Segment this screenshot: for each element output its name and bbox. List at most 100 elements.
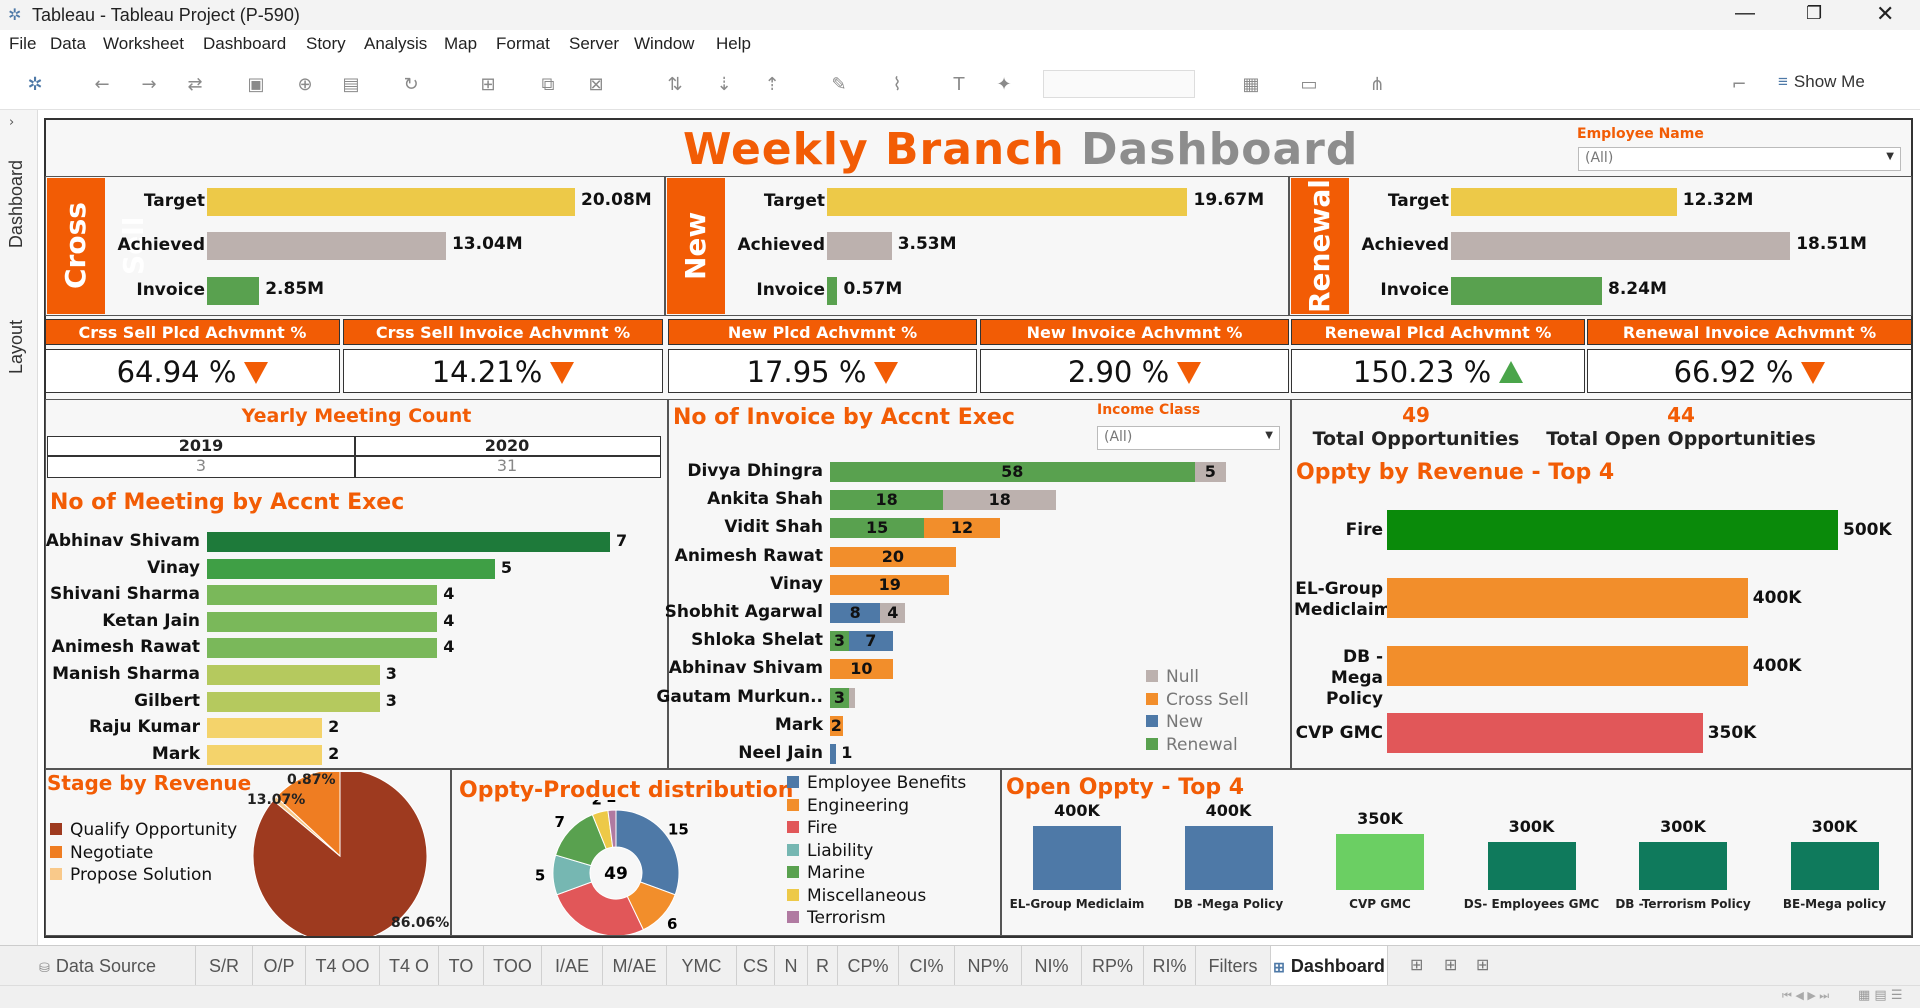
donut-slice-label: 5 [535,866,545,884]
sheet-tab-ymc[interactable]: YMC [667,946,737,986]
new-data-source-icon[interactable]: ⊕ [294,74,316,96]
swap-icon[interactable]: ⇅ [664,74,686,96]
kpi-header: Renewal Plcd Achvmnt % [1291,319,1585,345]
stage-pie-label: 13.07% [247,792,306,808]
sheet-tab-label: YMC [681,956,722,976]
year-2019-header: 2019 [178,436,224,455]
sheet-tab-r[interactable]: R [808,946,838,986]
restore-icon[interactable]: ❐ [1806,3,1822,24]
product-distribution-donut: 15 6 13 5 7 21 49 [535,800,689,935]
sheet-tab-t4-o[interactable]: T4 O [380,946,439,986]
pin-icon[interactable]: ✦ [993,74,1015,96]
menu-story[interactable]: Story [306,34,346,54]
sort-descending-icon[interactable]: ⇡ [761,74,783,96]
employee-filter-select[interactable]: (All) ▼ [1578,147,1901,171]
show-me-button[interactable]: ≡ Show Me [1778,72,1865,92]
format-painter-icon[interactable]: ⌐ [1728,74,1750,96]
sheet-tab-m-ae[interactable]: M/AE [603,946,667,986]
share-icon[interactable]: ⋔ [1366,74,1388,96]
menu-worksheet[interactable]: Worksheet [103,34,184,54]
menu-help[interactable]: Help [716,34,751,54]
menu-analysis[interactable]: Analysis [364,34,427,54]
sheet-tab-cs[interactable]: CS [737,946,775,986]
sheet-tab-label: TOO [493,956,532,976]
clear-sheet-icon[interactable]: ⊠ [585,74,607,96]
save-icon[interactable]: ▣ [245,74,267,96]
down-arrow-icon [1801,362,1826,384]
tab-dashboard-pane[interactable]: Dashboard [6,160,27,248]
revenue-bar-value: 500K [1843,520,1892,540]
duplicate-sheet-icon[interactable]: ⧉ [537,74,559,96]
new-story-tab-icon[interactable]: ⊞ [1476,955,1489,975]
sheet-tab-t4-oo[interactable]: T4 OO [306,946,380,986]
sheet-tab-label: N [784,956,798,976]
tableau-home-icon[interactable]: ✲ [24,74,46,96]
sheet-tab-dashboard[interactable]: ⊞ Dashboard [1271,946,1388,986]
menu-window[interactable]: Window [634,34,694,54]
sheet-tab-rp-[interactable]: RP% [1082,946,1144,986]
toolbar: ✲ ← → ⇄ ▣ ⊕ ▤ ↻ ⊞ ⧉ ⊠ ⇅ ⇣ ⇡ ✎ ⌇ T ✦ ▦ ▭ … [0,58,1920,110]
sort-ascending-icon[interactable]: ⇣ [713,74,735,96]
menu-file[interactable]: File [9,34,36,54]
open-oppty-bar-label: CVP GMC [1349,897,1411,911]
sheet-tab-np-[interactable]: NP% [955,946,1022,986]
side-tabs: › Dashboard Layout [0,110,38,945]
undo-icon[interactable]: ← [91,74,113,96]
income-class-value: (All) [1104,429,1133,445]
menu-server[interactable]: Server [569,34,619,54]
expand-panel-icon[interactable]: › [9,115,14,130]
sheet-tab-s-r[interactable]: S/R [196,946,253,986]
open-oppty-bar [1184,826,1273,890]
new-dashboard-tab-icon[interactable]: ⊞ [1444,955,1457,975]
tab-layout-pane[interactable]: Layout [6,320,27,374]
refresh-icon[interactable]: ↻ [400,74,422,96]
close-icon[interactable]: ✕ [1876,1,1894,27]
menu-data[interactable]: Data [50,34,86,54]
sheet-tab-o-p[interactable]: O/P [253,946,306,986]
legend-label: Null [1166,667,1199,687]
fit-dropdown[interactable] [1043,70,1195,98]
sheet-tab-ri-[interactable]: RI% [1144,946,1196,986]
redo-icon[interactable]: → [138,74,160,96]
renewal-target-bar [1451,188,1677,216]
sheet-tab-ni-[interactable]: NI% [1022,946,1082,986]
sheet-tab-to[interactable]: TO [439,946,484,986]
sheet-tab-ci-[interactable]: CI% [899,946,955,986]
sheet-tab-label: NI% [1034,956,1069,976]
meeting-bar-value: 2 [328,743,340,763]
revenue-row-label: CVP GMC [1295,723,1383,743]
sheet-tab-label: CI% [909,956,944,976]
sheet-tab-label: T4 O [388,956,429,976]
sheet-tab-i-ae[interactable]: I/AE [542,946,603,986]
sheet-tab-too[interactable]: TOO [484,946,542,986]
labels-icon[interactable]: T [948,74,970,96]
legend-label: Marine [807,863,866,883]
sheet-tab-n[interactable]: N [775,946,808,986]
sheet-tab-cp-[interactable]: CP% [838,946,899,986]
menu-dashboard[interactable]: Dashboard [203,34,286,54]
legend-label: Propose Solution [70,865,213,885]
group-icon[interactable]: ⌇ [886,74,908,96]
highlight-icon[interactable]: ✎ [828,74,850,96]
pause-updates-icon[interactable]: ▤ [340,74,362,96]
replace-data-icon[interactable]: ⇄ [184,74,206,96]
new-worksheet-icon[interactable]: ⊞ [477,74,499,96]
invoice-segment-label: 19 [878,574,901,594]
new-worksheet-tab-icon[interactable]: ⊞ [1410,955,1423,975]
open-oppty-bar-value: 300K [1811,817,1858,836]
meeting-bar [207,558,495,579]
presentation-mode-icon[interactable]: ▭ [1298,74,1320,96]
menu-format[interactable]: Format [496,34,550,54]
invoice-segment-label: 4 [887,603,899,622]
menu-map[interactable]: Map [444,34,477,54]
meeting-row-label: Raju Kumar [89,717,200,738]
income-class-select[interactable]: (All) ▼ [1097,426,1280,450]
sheet-navigation-icon[interactable]: ⏮ ◀ ▶ ⏭ [1782,989,1829,1003]
new-invoice-value: 0.57M [843,279,903,299]
sheet-tab-filters[interactable]: Filters [1196,946,1271,986]
view-grid-icon[interactable]: ▦ ▤ ☰ [1858,988,1902,1003]
sheet-tab-data-source[interactable]: ⛁ Data Source [0,946,196,986]
new-target-value: 19.67M [1193,190,1265,210]
show-cards-icon[interactable]: ▦ [1240,74,1262,96]
minimize-icon[interactable]: — [1735,2,1755,25]
